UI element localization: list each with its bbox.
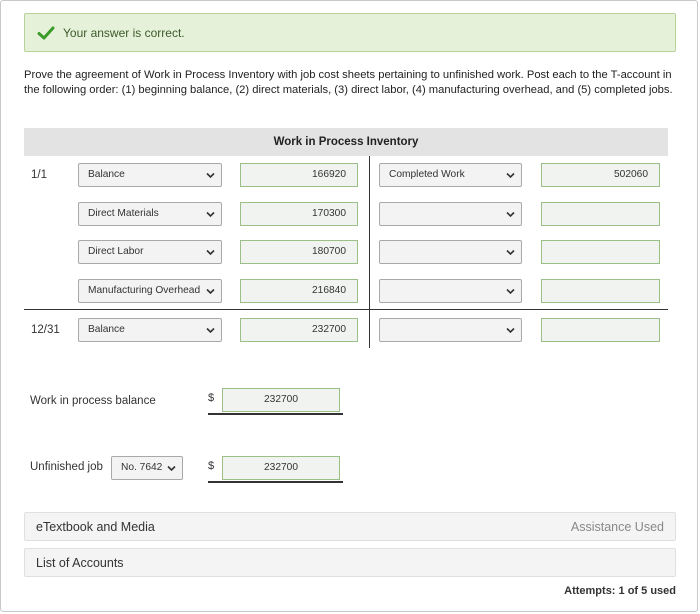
- chevron-down-icon: [506, 211, 515, 218]
- credit-account-select[interactable]: [379, 202, 522, 226]
- debit-account-select[interactable]: Balance: [78, 318, 222, 342]
- credit-account-select[interactable]: [379, 279, 522, 303]
- chevron-down-icon: [506, 327, 515, 334]
- debit-amount-input[interactable]: 180700: [240, 240, 358, 264]
- chevron-down-icon: [506, 249, 515, 256]
- wip-balance-input[interactable]: 232700: [222, 388, 340, 412]
- etextbook-link[interactable]: eTextbook and Media: [36, 520, 155, 534]
- select-value: Direct Materials: [88, 208, 159, 219]
- select-value: Completed Work: [389, 169, 465, 180]
- unfinished-job-select[interactable]: No. 7642: [111, 456, 183, 480]
- feedback-message: Your answer is correct.: [63, 26, 185, 40]
- debit-account-select[interactable]: Direct Materials: [78, 202, 222, 226]
- t-account-vertical-rule: [369, 156, 370, 348]
- currency-symbol: $: [208, 460, 215, 472]
- debit-amount-input[interactable]: 232700: [240, 318, 358, 342]
- credit-amount-input[interactable]: 502060: [541, 163, 660, 187]
- chevron-down-icon: [206, 327, 215, 334]
- t-account-total-rule: [24, 309, 668, 310]
- select-value: No. 7642: [121, 462, 163, 473]
- credit-amount-input[interactable]: [541, 279, 660, 303]
- select-value: Manufacturing Overhead: [88, 285, 201, 296]
- wip-balance-label: Work in process balance: [30, 395, 156, 407]
- credit-amount-input[interactable]: [541, 202, 660, 226]
- chevron-down-icon: [167, 465, 176, 472]
- credit-amount-input[interactable]: [541, 318, 660, 342]
- credit-amount-input[interactable]: [541, 240, 660, 264]
- unfinished-job-amount-input[interactable]: 232700: [222, 456, 340, 480]
- chevron-down-icon: [506, 172, 515, 179]
- row-date-label: 1/1: [31, 169, 47, 181]
- credit-account-select[interactable]: Completed Work: [379, 163, 522, 187]
- unfinished-job-label: Unfinished job: [30, 461, 103, 473]
- debit-amount-input[interactable]: 216840: [240, 279, 358, 303]
- chevron-down-icon: [206, 249, 215, 256]
- assistance-used-label: Assistance Used: [570, 520, 664, 534]
- total-underline: [208, 413, 343, 415]
- list-of-accounts-link[interactable]: List of Accounts: [36, 556, 124, 570]
- check-icon: [37, 26, 55, 40]
- chevron-down-icon: [506, 288, 515, 295]
- chevron-down-icon: [206, 288, 215, 295]
- debit-amount-input[interactable]: 170300: [240, 202, 358, 226]
- debit-account-select[interactable]: Balance: [78, 163, 222, 187]
- total-underline: [208, 481, 343, 483]
- credit-account-select[interactable]: [379, 318, 522, 342]
- debit-account-select[interactable]: Direct Labor: [78, 240, 222, 264]
- correct-answer-banner: Your answer is correct.: [24, 13, 676, 52]
- debit-account-select[interactable]: Manufacturing Overhead: [78, 279, 222, 303]
- row-date-label: 12/31: [31, 324, 60, 336]
- credit-account-select[interactable]: [379, 240, 522, 264]
- list-of-accounts-panel[interactable]: List of Accounts: [24, 548, 676, 577]
- attempts-counter: Attempts: 1 of 5 used: [564, 585, 676, 597]
- question-instructions: Prove the agreement of Work in Process I…: [24, 69, 673, 96]
- t-account-header: Work in Process Inventory: [24, 128, 668, 156]
- debit-amount-input[interactable]: 166920: [240, 163, 358, 187]
- select-value: Direct Labor: [88, 246, 144, 257]
- currency-symbol: $: [208, 392, 215, 404]
- select-value: Balance: [88, 169, 125, 180]
- select-value: Balance: [88, 324, 125, 335]
- t-account-title: Work in Process Inventory: [273, 136, 419, 148]
- etextbook-panel[interactable]: eTextbook and Media Assistance Used: [24, 512, 676, 541]
- chevron-down-icon: [206, 211, 215, 218]
- chevron-down-icon: [206, 172, 215, 179]
